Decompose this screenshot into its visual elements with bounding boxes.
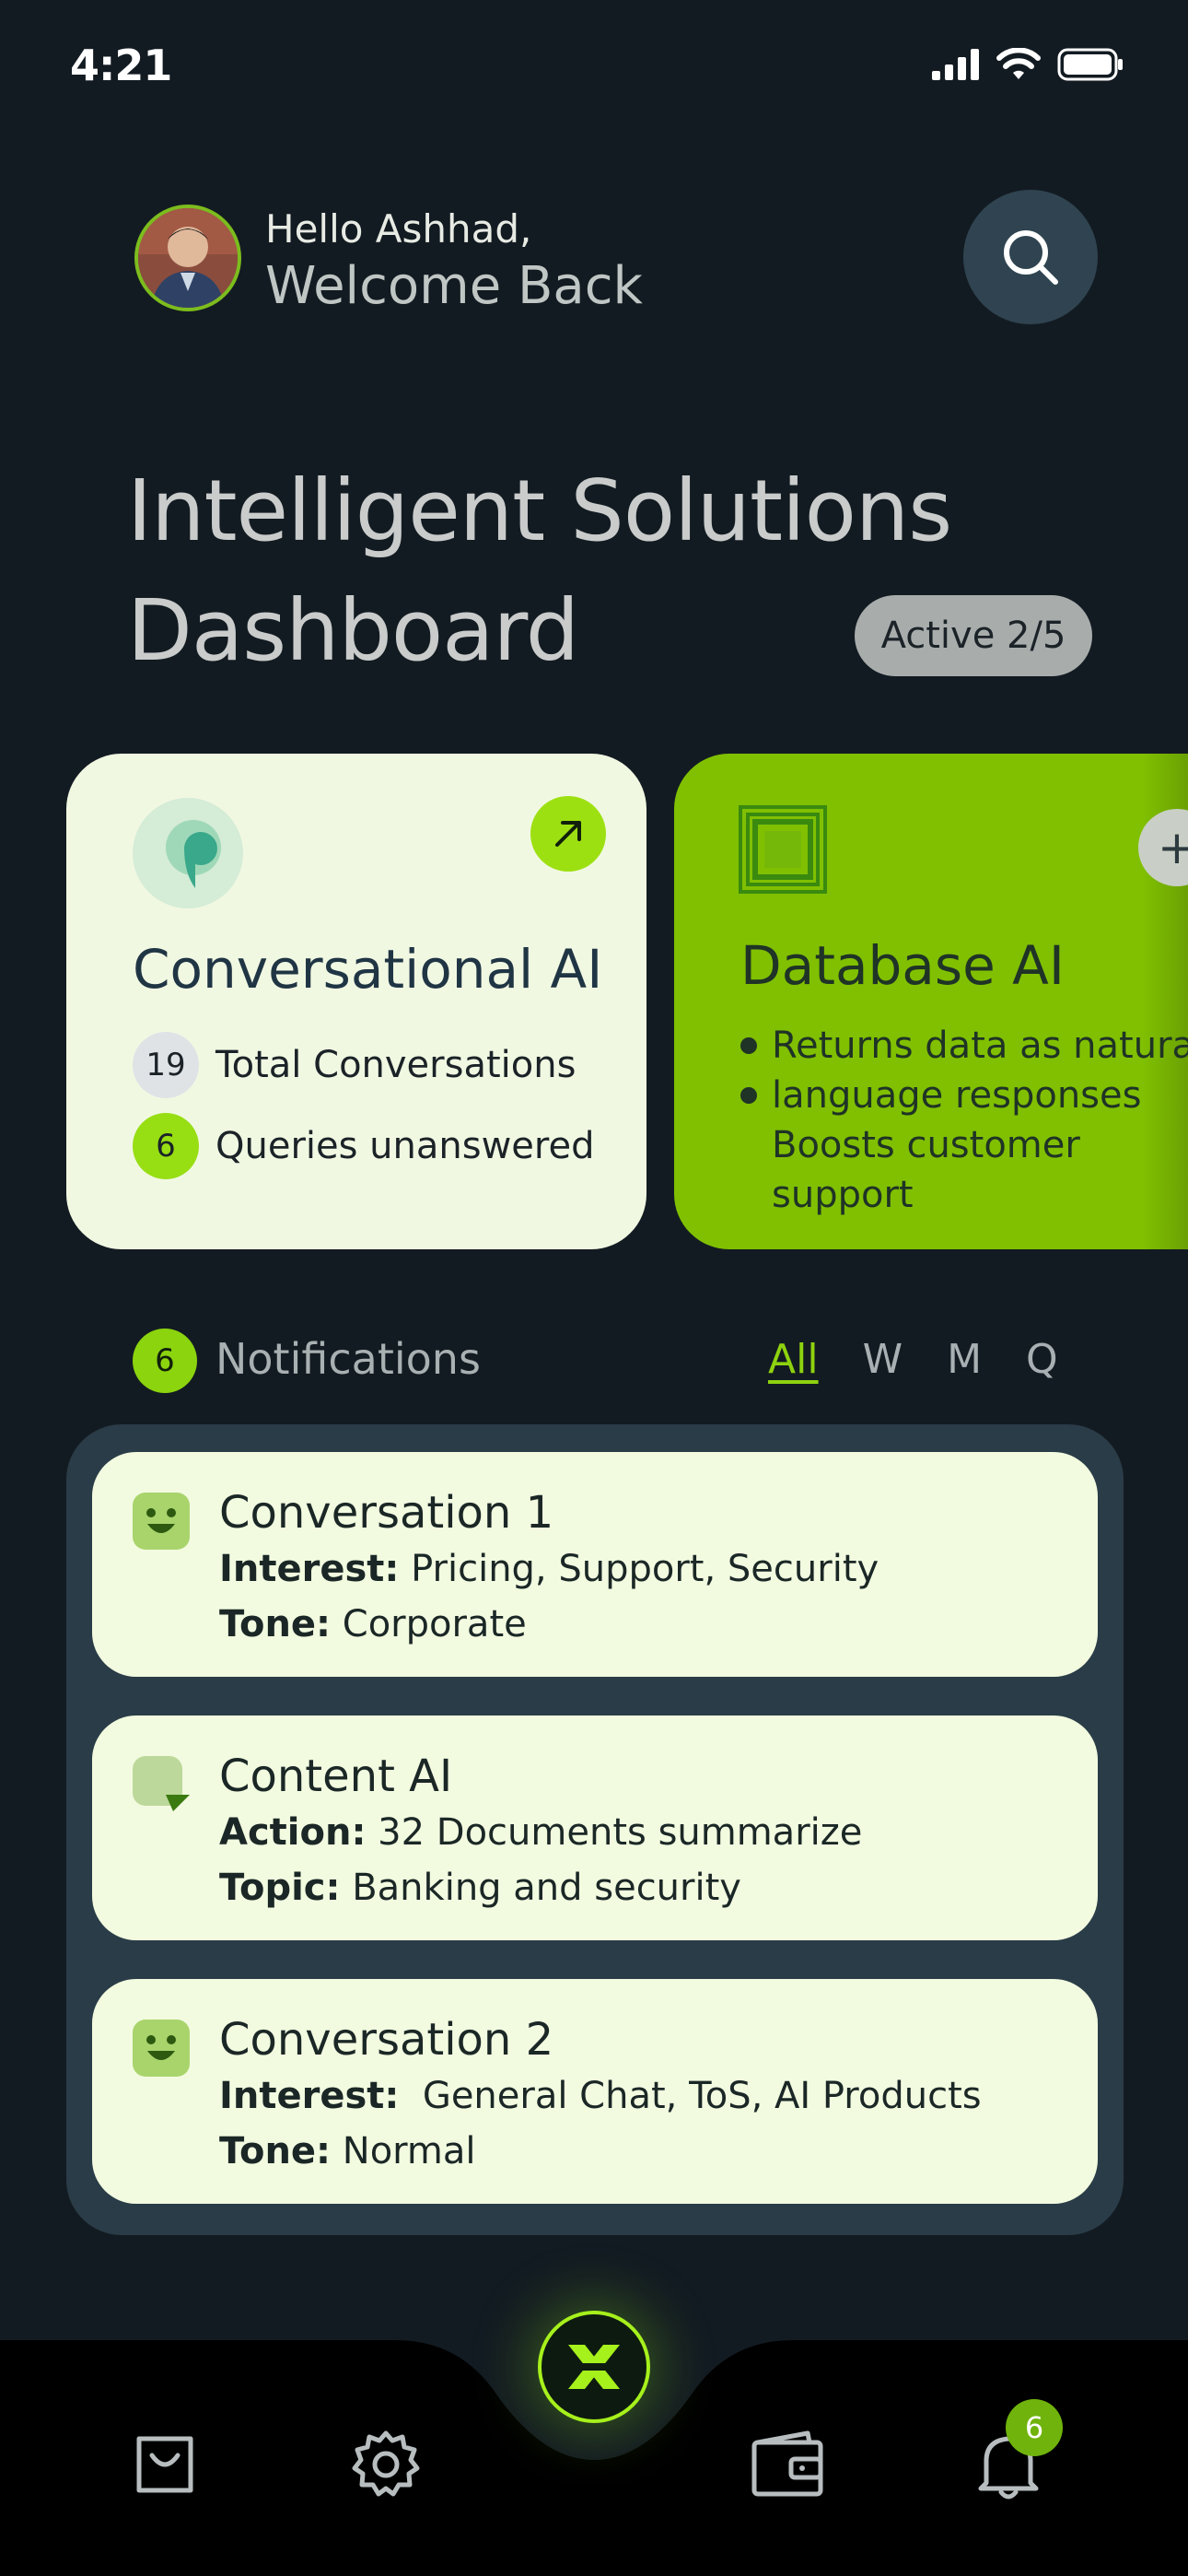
stat-queries-unanswered: 6 Queries unanswered (133, 1113, 594, 1179)
notification-filters: All W M Q (768, 1336, 1058, 1383)
notification-item[interactable]: Conversation 2 Interest: General Chat, T… (92, 1979, 1098, 2204)
status-time: 4:21 (70, 41, 172, 90)
filter-quarter[interactable]: Q (1026, 1336, 1058, 1383)
active-status-badge[interactable]: Active 2/5 (855, 595, 1092, 676)
notification-detail: Action: 32 Documents summarize (219, 1811, 863, 1854)
x-logo-icon (568, 2345, 620, 2389)
list-item: support (772, 1174, 914, 1216)
notification-item[interactable]: Content AI Action: 32 Documents summariz… (92, 1715, 1098, 1940)
notifications-label: Notifications (215, 1334, 481, 1384)
plus-icon: + (1158, 821, 1188, 874)
filter-month[interactable]: M (947, 1336, 982, 1383)
avatar-image (138, 208, 238, 308)
nav-shop-button[interactable] (123, 2423, 206, 2506)
database-ai-card[interactable]: + Database AI Returns data as natural la… (674, 754, 1188, 1249)
stat-total-conversations: 19 Total Conversations (133, 1032, 576, 1098)
smiley-icon (133, 2020, 190, 2077)
avatar[interactable] (134, 205, 241, 311)
list-item: Boosts customer (772, 1124, 1080, 1166)
content-icon (133, 1756, 190, 1811)
welcome-text: Welcome Back (265, 256, 643, 316)
add-button[interactable]: + (1138, 809, 1188, 886)
notification-item[interactable]: Conversation 1 Interest: Pricing, Suppor… (92, 1452, 1098, 1677)
notification-detail: Interest: General Chat, ToS, AI Products (219, 2075, 982, 2117)
search-button[interactable] (963, 190, 1098, 324)
notifications-count-badge: 6 (133, 1329, 197, 1393)
nav-settings-button[interactable] (344, 2423, 427, 2506)
home-fab-button[interactable] (538, 2311, 650, 2423)
nav-wallet-button[interactable] (746, 2423, 829, 2506)
notification-title: Content AI (219, 1751, 453, 1802)
battery-icon (1057, 48, 1123, 81)
notification-badge: 6 (1006, 2399, 1063, 2456)
stat-count-badge: 19 (133, 1032, 199, 1098)
status-icons (932, 48, 1124, 81)
page-title: Intelligent Solutions Dashboard (127, 451, 974, 691)
dashboard-screen: 4:21 Hello Ashhad, Welcome Back Intellig… (0, 0, 1188, 2576)
notification-detail: Interest: Pricing, Support, Security (219, 1548, 879, 1590)
notification-title: Conversation 1 (219, 1487, 554, 1539)
stat-label: Total Conversations (215, 1044, 577, 1086)
search-icon (1004, 230, 1058, 285)
conversational-ai-logo-icon (133, 798, 243, 908)
database-ai-logo-icon (739, 805, 827, 894)
stat-count-badge: 6 (133, 1113, 199, 1179)
wifi-icon (996, 48, 1041, 79)
card-title: Database AI (740, 934, 1065, 997)
notification-detail: Tone: Corporate (219, 1603, 527, 1645)
bullet-icon (740, 1037, 757, 1054)
notifications-panel: Conversation 1 Interest: Pricing, Suppor… (66, 1424, 1124, 2235)
bullet-icon (740, 1087, 757, 1104)
notification-detail: Topic: Banking and security (219, 1867, 741, 1909)
list-item: Returns data as natural (740, 1021, 1188, 1071)
wallet-icon (751, 2430, 823, 2497)
page-title-line2: Dashboard (127, 581, 579, 680)
page-title-line1: Intelligent Solutions (127, 462, 952, 560)
settings-icon (352, 2430, 420, 2497)
smiley-icon (133, 1493, 190, 1550)
filter-week[interactable]: W (863, 1336, 903, 1383)
stat-label: Queries unanswered (215, 1125, 595, 1167)
conversational-ai-card[interactable]: Conversational AI 19 Total Conversations… (66, 754, 646, 1249)
notification-detail: Tone: Normal (219, 2130, 476, 2172)
greeting-text: Hello Ashhad, (265, 206, 532, 252)
filter-all[interactable]: All (768, 1336, 819, 1383)
signal-icon (932, 49, 979, 80)
card-title: Conversational AI (133, 938, 603, 1001)
open-card-button[interactable] (530, 796, 606, 872)
notification-title: Conversation 2 (219, 2014, 554, 2066)
shopping-bag-icon (136, 2436, 193, 2493)
list-item: language responses (740, 1071, 1188, 1120)
arrow-up-right-icon (555, 821, 581, 847)
database-feature-list: Returns data as natural language respons… (740, 1021, 1188, 1220)
